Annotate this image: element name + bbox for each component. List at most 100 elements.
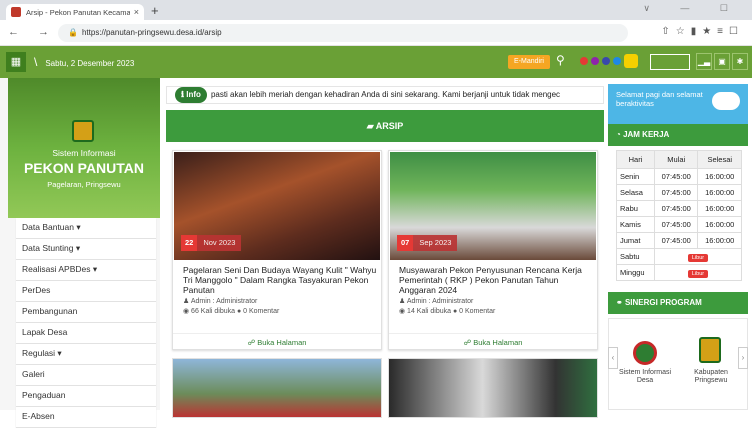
emandiri-button[interactable]: E-Mandiri: [508, 55, 550, 69]
start-cell: 07:45:00: [653, 232, 699, 249]
table-row: Sabtu Libur: [616, 248, 743, 265]
topbar-search-input[interactable]: [650, 54, 690, 70]
date-day: 07: [397, 235, 414, 251]
table-row: Senin 07:45:00 16:00:00: [616, 168, 742, 185]
sid-logo[interactable]: [633, 341, 657, 365]
date-badge: 22 Nov 2023: [181, 235, 242, 251]
start-cell: 07:45:00: [653, 184, 699, 201]
day-cell: Minggu: [616, 264, 655, 281]
day-cell: Rabu: [616, 200, 655, 217]
date-month: Nov 2023: [197, 235, 242, 251]
menu-item[interactable]: Pembangunan: [16, 302, 156, 323]
menu-item[interactable]: Data Bantuan ▾: [16, 218, 156, 239]
browser-tab[interactable]: Arsip - Pekon Panutan Kecamat ×: [6, 4, 144, 20]
date-display: \ Sabtu, 2 Desember 2023: [34, 54, 134, 70]
menu-item[interactable]: Data Stunting ▾: [16, 239, 156, 260]
article-stats: ◉ 14 Kali dibuka ● 0 Komentar: [399, 308, 496, 315]
libur-cell: Libur: [653, 264, 743, 281]
info-badge: ℹ Info: [175, 87, 207, 103]
col-header: Hari: [616, 150, 655, 169]
sinergi-label[interactable]: Sistem Informasi Desa: [615, 369, 675, 385]
weather-cloud-icon: [712, 86, 740, 110]
menu-item[interactable]: Galeri: [16, 365, 156, 386]
banner-title: PEKON PANUTAN: [23, 160, 145, 176]
sinergi-label[interactable]: Kabupaten Pringsewu: [681, 369, 741, 385]
menu-item[interactable]: E-Absen: [16, 407, 156, 428]
date-badge: 07 Sep 2023: [397, 235, 458, 251]
dot-blue[interactable]: [613, 57, 621, 65]
date-month: Sep 2023: [413, 235, 458, 251]
start-cell: 07:45:00: [653, 216, 699, 233]
col-header: Mulai: [653, 150, 699, 169]
open-page-button[interactable]: ☍ Buka Halaman: [389, 333, 597, 347]
libur-badge: Libur: [687, 253, 709, 262]
day-cell: Kamis: [616, 216, 655, 233]
new-tab-button[interactable]: +: [151, 3, 159, 18]
end-cell: 16:00:00: [697, 184, 742, 201]
article-card-photo[interactable]: [388, 358, 598, 418]
sinergi-carousel: ‹ Sistem Informasi Desa Kabupaten Prings…: [608, 318, 748, 410]
col-header: Selesai: [697, 150, 742, 169]
article-stats: ◉ 66 Kali dibuka ● 0 Komentar: [183, 308, 280, 315]
address-bar: ← → C 🔒 https://panutan-pringsewu.desa.id…: [0, 20, 752, 46]
article-author: ♟ Admin : Administrator: [183, 298, 258, 305]
browser-tab-bar: Arsip - Pekon Panutan Kecamat × + ∨ — ☐: [0, 0, 752, 20]
banner-subtitle: Sistem Informasi: [52, 148, 116, 158]
day-cell: Sabtu: [616, 248, 655, 265]
end-cell: 16:00:00: [697, 168, 742, 185]
arsip-title: ARSIP: [375, 121, 404, 131]
date-text: Sabtu, 2 Desember 2023: [45, 59, 135, 68]
date-day: 22: [181, 235, 198, 251]
window-controls[interactable]: ∨ — ☐: [643, 3, 742, 14]
carousel-prev-icon[interactable]: ‹: [608, 347, 618, 369]
lock-icon: 🔒: [68, 28, 78, 37]
site-top-bar: ▦ \ Sabtu, 2 Desember 2023 E-Mandiri ⚲ ▁▃…: [0, 46, 752, 78]
search-icon[interactable]: ⚲: [556, 53, 565, 67]
color-dots: [580, 57, 621, 65]
article-title[interactable]: Pagelaran Seni Dan Budaya Wayang Kulit "…: [183, 265, 377, 295]
favicon-icon: [11, 7, 21, 17]
dot-purple[interactable]: [591, 57, 599, 65]
menu-item[interactable]: Realisasi APBDes ▾: [16, 260, 156, 281]
gear-icon[interactable]: ✱: [732, 53, 748, 70]
end-cell: 16:00:00: [697, 216, 742, 233]
info-ticker: ℹ Info pasti akan lebih meriah dengan keh…: [166, 86, 604, 104]
jam-kerja-table: Hari Mulai Selesai Senin 07:45:00 16:00:00…: [616, 150, 743, 281]
carousel-next-icon[interactable]: ›: [738, 347, 748, 369]
dot-red[interactable]: [580, 57, 588, 65]
end-cell: 16:00:00: [697, 232, 742, 249]
article-title[interactable]: Musyawarah Pekon Penyusunan Rencana Kerj…: [399, 265, 593, 295]
open-page-button[interactable]: ☍ Buka Halaman: [173, 333, 381, 347]
menu-item[interactable]: Regulasi ▾: [16, 344, 156, 365]
menu-item[interactable]: Pengaduan: [16, 386, 156, 407]
jam-kerja-header: ◔ JAM KERJA: [608, 124, 748, 146]
day-cell: Selasa: [616, 184, 655, 201]
slash-icon: \: [34, 55, 38, 69]
menu-item[interactable]: Lapak Desa: [16, 323, 156, 344]
signal-icon[interactable]: ▁▃: [696, 53, 712, 70]
table-row: Minggu Libur: [616, 264, 743, 281]
pringsewu-logo[interactable]: [699, 337, 721, 363]
article-card[interactable]: 07 Sep 2023 Musyawarah Pekon Penyusunan R…: [388, 150, 598, 350]
close-tab-icon[interactable]: ×: [134, 7, 139, 17]
arsip-header: ▰ ARSIP: [166, 110, 604, 142]
sidebar: Sistem Informasi PEKON PANUTAN Pagelaran…: [0, 78, 160, 428]
lock-button-icon[interactable]: ▣: [714, 53, 730, 70]
grid-menu-icon[interactable]: ▦: [6, 52, 26, 72]
url-field[interactable]: 🔒 https://panutan-pringsewu.desa.id/arsip: [58, 24, 628, 42]
start-cell: 07:45:00: [653, 200, 699, 217]
folder-icon: ▰: [366, 121, 376, 131]
tab-title: Arsip - Pekon Panutan Kecamat: [26, 7, 130, 17]
article-card[interactable]: 22 Nov 2023 Pagelaran Seni Dan Budaya Way…: [172, 150, 382, 350]
table-row: Jumat 07:45:00 16:00:00: [616, 232, 742, 249]
table-row: Rabu 07:45:00 16:00:00: [616, 200, 742, 217]
article-author: ♟ Admin : Administrator: [399, 298, 474, 305]
info-label: Info: [186, 90, 201, 99]
start-cell: 07:45:00: [653, 168, 699, 185]
sidebar-menu: Data Bantuan ▾ Data Stunting ▾ Realisasi…: [16, 218, 156, 428]
browser-tools-icon[interactable]: ⇧☆▮★≡☐: [661, 26, 744, 37]
day-cell: Jumat: [616, 232, 655, 249]
dot-indigo[interactable]: [602, 57, 610, 65]
article-card-photo[interactable]: [172, 358, 382, 418]
menu-item[interactable]: PerDes: [16, 281, 156, 302]
